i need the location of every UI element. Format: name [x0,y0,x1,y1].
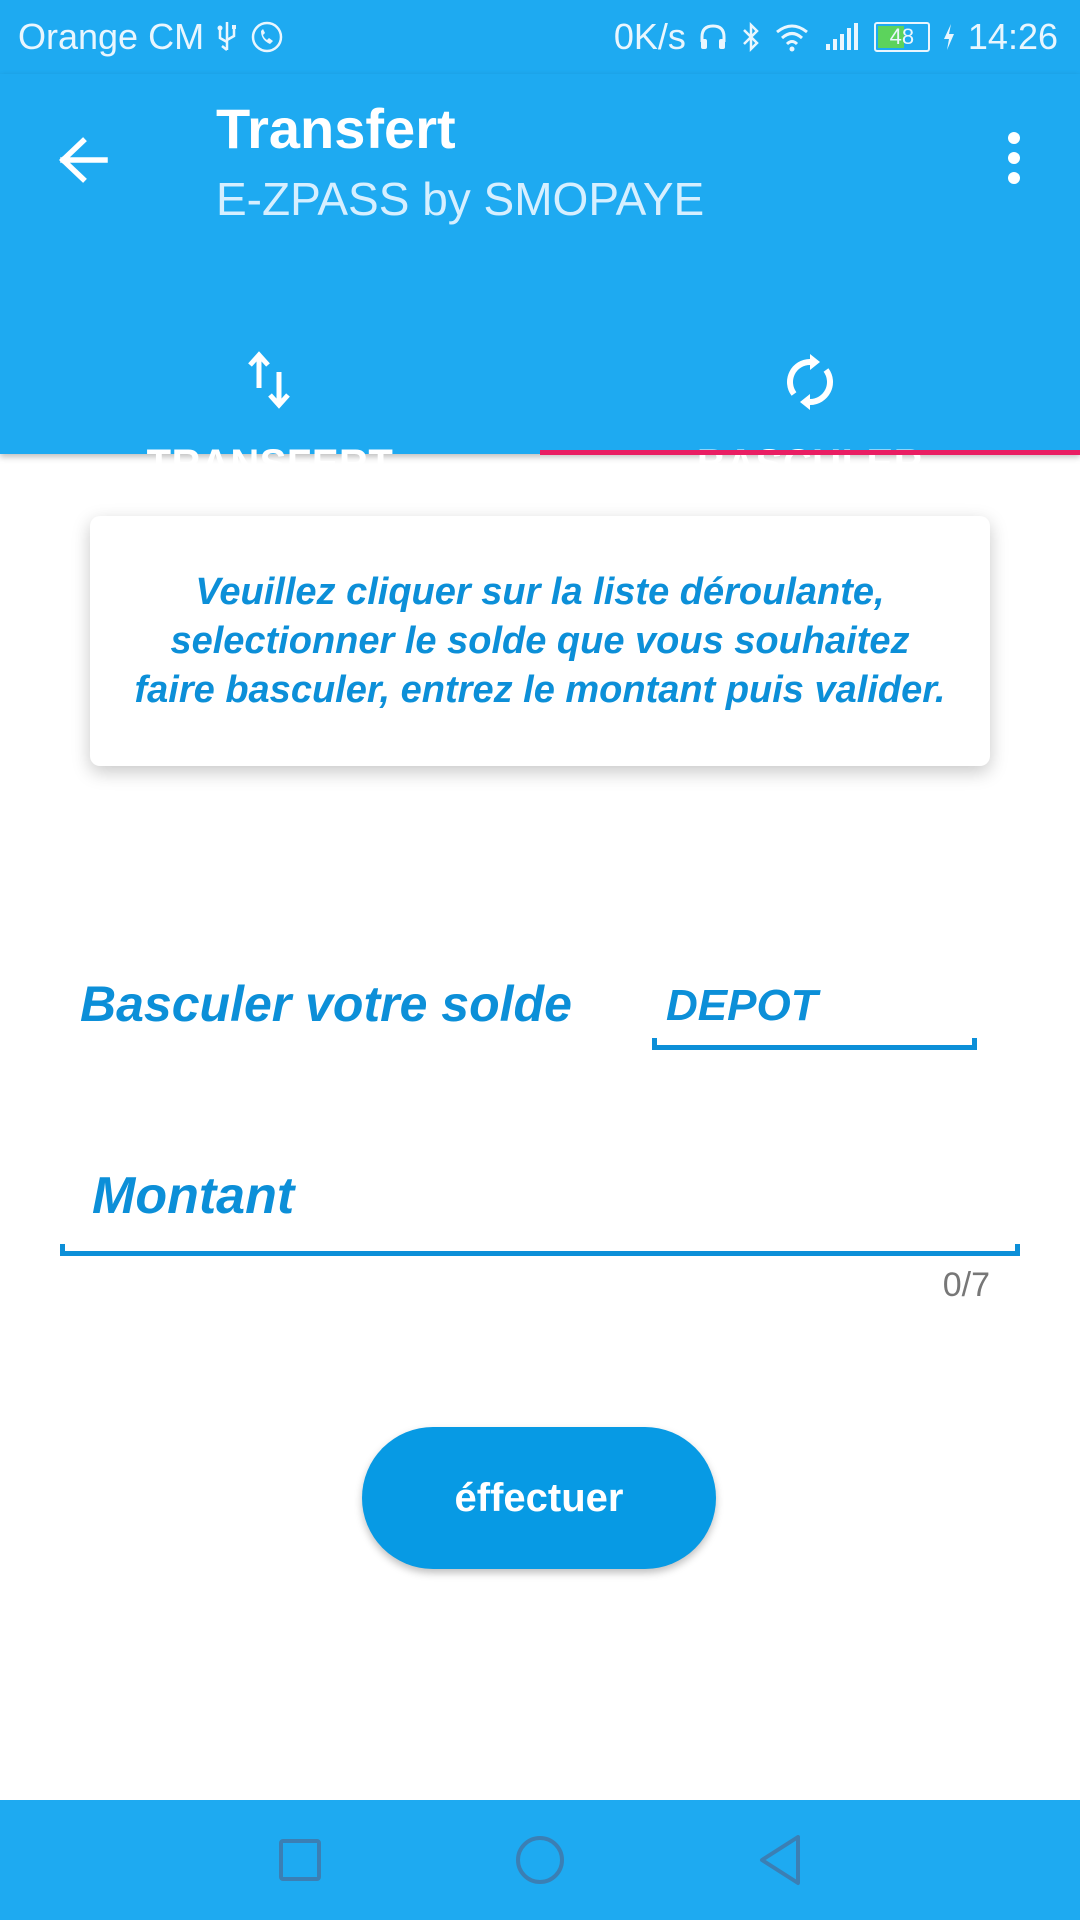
network-speed: 0K/s [613,16,686,57]
battery-icon: 48 [873,22,930,52]
amount-field[interactable] [60,1150,1020,1256]
tab-indicator [540,450,1080,455]
charging-icon [942,23,956,51]
instructions-line: Veuillez cliquer sur la liste déroulante… [195,570,885,613]
balance-dropdown[interactable]: DEPOT [652,975,977,1050]
back-arrow-icon [59,137,108,183]
bluetooth-icon [740,21,762,53]
sync-icon [787,354,833,410]
instructions-card: Veuillez cliquer sur la liste déroulante… [90,516,990,766]
more-options-button[interactable] [994,126,1034,190]
tab-label: BASCULER [696,442,924,486]
signal-icon [822,22,862,52]
app-bar: Transfert E-ZPASS by SMOPAYE TRANSFERT B… [0,74,1080,486]
home-button[interactable] [510,1830,570,1890]
swap-vert-icon [248,351,290,409]
balance-dropdown-value: DEPOT [666,981,818,1030]
page-title: Transfert [216,97,456,160]
battery-level: 48 [889,24,915,49]
whatsapp-icon [250,20,284,54]
instructions-line: faire basculer, entrez le montant puis v… [134,668,946,711]
more-vert-icon [1008,132,1020,184]
wifi-icon [774,22,810,52]
square-icon [279,1839,321,1881]
triangle-back-icon [760,1835,800,1885]
back-nav-button[interactable] [750,1830,810,1890]
usb-icon [216,20,238,54]
dropdown-underline [652,1038,977,1050]
recents-button[interactable] [270,1830,330,1890]
headphones-icon [698,22,728,52]
circle-icon [516,1836,564,1884]
page-subtitle: E-ZPASS by SMOPAYE [216,173,705,225]
instructions-text: Veuillez cliquer sur la liste déroulante… [135,568,946,715]
character-counter: 0/7 [942,1266,990,1304]
tab-label: TRANSFERT [146,442,394,486]
tab-basculer[interactable]: BASCULER [540,266,1080,486]
amount-underline [60,1244,1020,1256]
carrier-name: Orange CM [18,16,205,57]
status-bar: Orange CM 0K/s 48 14:26 [0,0,1080,74]
back-button[interactable] [52,128,116,192]
navigation-bar [0,1800,1080,1920]
clock: 14:26 [967,16,1058,57]
submit-button[interactable]: éffectuer [362,1427,716,1569]
switch-balance-label: Basculer votre solde [80,976,572,1032]
instructions-line: selectionner le solde que vous souhaitez [170,619,910,662]
amount-input[interactable] [90,1160,994,1232]
tab-transfert[interactable]: TRANSFERT [0,266,540,486]
